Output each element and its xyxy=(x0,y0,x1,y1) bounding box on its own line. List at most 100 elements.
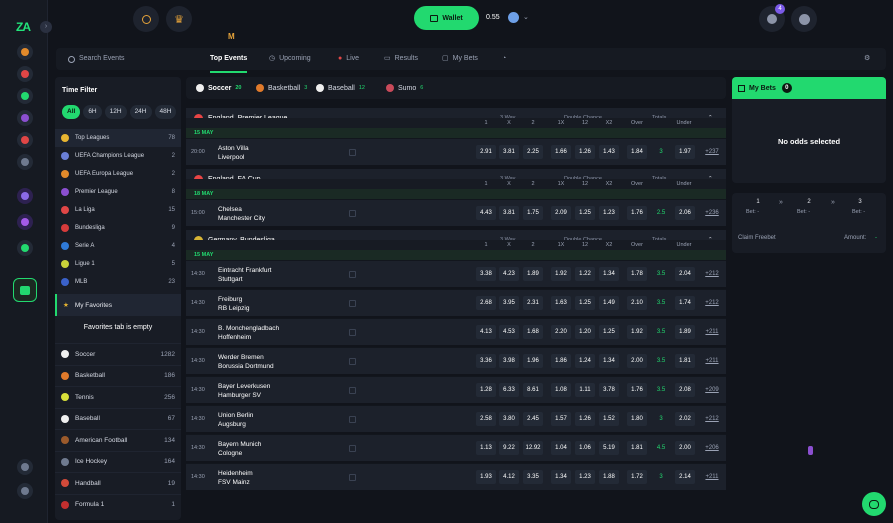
sport-tab[interactable]: Basketball 3 xyxy=(256,77,307,99)
currency-icon[interactable] xyxy=(508,12,519,23)
odds-button[interactable]: 2.31 xyxy=(523,296,543,310)
more-markets-link[interactable]: +211 xyxy=(700,470,724,484)
odds-button[interactable]: 1.96 xyxy=(523,354,543,368)
sidebar-sport-item[interactable]: Baseball 67 xyxy=(55,407,181,429)
odds-button[interactable]: 4.23 xyxy=(499,267,519,281)
odds-button[interactable]: 3.5 xyxy=(651,267,671,281)
odds-button[interactable]: 3.5 xyxy=(651,354,671,368)
odds-button[interactable]: 3.35 xyxy=(523,470,543,484)
odds-button[interactable]: 1.52 xyxy=(599,412,619,426)
odds-button[interactable]: 3.81 xyxy=(499,145,519,159)
chip-48h[interactable]: 48H xyxy=(154,105,177,119)
match-row[interactable]: 14:30 B. Monchengladbach Hoffenheim 4.13… xyxy=(186,318,726,345)
match-row[interactable]: 14:30 Eintracht Frankfurt Stuttgart 3.38… xyxy=(186,260,726,287)
chip-24h[interactable]: 24H xyxy=(129,105,152,119)
more-markets-link[interactable]: +212 xyxy=(700,267,724,281)
headset-icon[interactable] xyxy=(17,459,33,475)
odds-button[interactable]: 1.89 xyxy=(523,267,543,281)
amount-value[interactable]: - xyxy=(875,235,877,241)
more-markets-link[interactable]: +212 xyxy=(700,412,724,426)
match-row[interactable]: 14:30 Bayer Leverkusen Hamburger SV 1.28… xyxy=(186,376,726,403)
odds-button[interactable]: 1.26 xyxy=(575,412,595,426)
odds-button[interactable]: 1.84 xyxy=(627,145,647,159)
brand-logo[interactable]: ZA xyxy=(16,20,31,34)
odds-button[interactable]: 3.36 xyxy=(476,354,496,368)
odds-button[interactable]: 1.25 xyxy=(599,325,619,339)
sidebar-sport-item[interactable]: Basketball 186 xyxy=(55,364,181,386)
stats-icon[interactable] xyxy=(349,358,356,365)
sport-tab[interactable]: Baseball 12 xyxy=(316,77,365,99)
odds-button[interactable]: 12.92 xyxy=(523,441,543,455)
odds-button[interactable]: 4.53 xyxy=(499,325,519,339)
odds-button[interactable]: 1.28 xyxy=(476,383,496,397)
sidebar-league-item[interactable]: Ligue 1 5 xyxy=(55,255,181,273)
odds-button[interactable]: 3.38 xyxy=(476,267,496,281)
odds-button[interactable]: 1.80 xyxy=(627,412,647,426)
more-markets-link[interactable]: +237 xyxy=(700,145,724,159)
more-markets-link[interactable]: +236 xyxy=(700,206,724,220)
odds-button[interactable]: 3.78 xyxy=(599,383,619,397)
stats-icon[interactable] xyxy=(349,149,356,156)
rail-icon-2[interactable] xyxy=(17,66,33,82)
profile-avatar[interactable] xyxy=(791,6,817,32)
odds-button[interactable]: 2.91 xyxy=(476,145,496,159)
odds-button[interactable]: 1.11 xyxy=(575,383,595,397)
stats-icon[interactable] xyxy=(349,474,356,481)
odds-button[interactable]: 2.20 xyxy=(551,325,571,339)
odds-button[interactable]: 1.81 xyxy=(675,354,695,368)
odds-button[interactable]: 2.04 xyxy=(675,267,695,281)
rail-icon-6[interactable] xyxy=(17,154,33,170)
odds-button[interactable]: 2.00 xyxy=(675,441,695,455)
more-markets-link[interactable]: +209 xyxy=(700,383,724,397)
match-row[interactable]: 14:30 Heidenheim FSV Mainz 1.93 4.12 3.35 1… xyxy=(186,463,726,490)
sidebar-sport-item[interactable]: Ice Hockey 164 xyxy=(55,450,181,472)
odds-button[interactable]: 1.04 xyxy=(551,441,571,455)
odds-button[interactable]: 1.34 xyxy=(551,470,571,484)
search-events[interactable]: Search Events xyxy=(68,48,125,70)
odds-button[interactable]: 1.08 xyxy=(551,383,571,397)
sidebar-league-item[interactable]: Top Leagues 78 xyxy=(55,129,181,147)
odds-button[interactable]: 3 xyxy=(651,412,671,426)
match-row[interactable]: 14:30 Freiburg RB Leipzig 2.68 3.95 2.31 1.… xyxy=(186,289,726,316)
stats-icon[interactable] xyxy=(349,271,356,278)
sidebar-sport-item[interactable]: Soccer 1282 xyxy=(55,343,181,364)
rail-icon-7[interactable] xyxy=(17,214,33,230)
claim-freebet[interactable]: Claim Freebet xyxy=(738,235,776,241)
match-row[interactable]: 15:00 Chelsea Manchester City 4.43 3.81 1.… xyxy=(186,199,726,226)
sport-tab[interactable]: Soccer 20 xyxy=(196,77,241,99)
odds-button[interactable]: 1.72 xyxy=(627,470,647,484)
sidebar-sport-item[interactable]: Tennis 256 xyxy=(55,386,181,407)
odds-button[interactable]: 2.09 xyxy=(551,206,571,220)
odds-button[interactable]: 3.5 xyxy=(651,296,671,310)
rail-bag-icon[interactable] xyxy=(13,278,37,302)
more-markets-link[interactable]: +206 xyxy=(700,441,724,455)
odds-button[interactable]: 1.68 xyxy=(523,325,543,339)
odds-button[interactable]: 9.22 xyxy=(499,441,519,455)
sidebar-sport-item[interactable]: Handball 19 xyxy=(55,472,181,493)
odds-button[interactable]: 8.61 xyxy=(523,383,543,397)
sidebar-league-item[interactable]: Premier League 8 xyxy=(55,183,181,201)
match-row[interactable]: 14:30 Union Berlin Augsburg 2.58 3.80 2.45… xyxy=(186,405,726,432)
chip-12h[interactable]: 12H xyxy=(104,105,127,119)
stats-icon[interactable] xyxy=(349,210,356,217)
more-markets-link[interactable]: +212 xyxy=(700,296,724,310)
mic-icon[interactable] xyxy=(808,446,813,455)
odds-button[interactable]: 3 xyxy=(651,145,671,159)
odds-button[interactable]: 3 xyxy=(651,470,671,484)
stats-icon[interactable] xyxy=(349,416,356,423)
odds-button[interactable]: 1.92 xyxy=(627,325,647,339)
odds-button[interactable]: 1.63 xyxy=(551,296,571,310)
odds-button[interactable]: 2.06 xyxy=(675,206,695,220)
odds-button[interactable]: 1.49 xyxy=(599,296,619,310)
crown-icon[interactable]: ♛ xyxy=(166,6,192,32)
history-icon[interactable]: ◔ xyxy=(502,48,506,70)
sidebar-league-item[interactable]: La Liga 15 xyxy=(55,201,181,219)
odds-button[interactable]: 1.75 xyxy=(523,206,543,220)
odds-button[interactable]: 4.13 xyxy=(476,325,496,339)
odds-button[interactable]: 1.92 xyxy=(551,267,571,281)
odds-button[interactable]: 4.12 xyxy=(499,470,519,484)
rail-icon-5[interactable] xyxy=(17,132,33,148)
rail-icon-8[interactable] xyxy=(17,240,33,256)
odds-button[interactable]: 1.23 xyxy=(599,206,619,220)
odds-button[interactable]: 3.81 xyxy=(499,206,519,220)
